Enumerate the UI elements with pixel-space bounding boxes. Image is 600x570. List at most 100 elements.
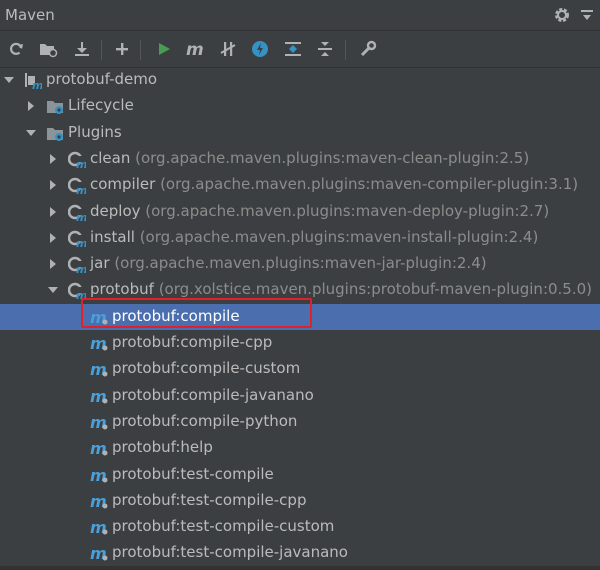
- skip-tests-button[interactable]: [248, 37, 272, 61]
- maven-goal-icon: m: [90, 439, 108, 457]
- generate-sources-icon: [40, 44, 58, 58]
- tree-node-goal[interactable]: m protobuf:compile-python: [0, 409, 600, 435]
- refresh-icon: [10, 42, 23, 55]
- plugin-coordinates: (org.apache.maven.plugins:maven-clean-pl…: [135, 148, 530, 167]
- tree-node-goal[interactable]: m protobuf:compile-javanano: [0, 383, 600, 409]
- plugin-label: protobuf (org.xolstice.maven.plugins:pro…: [90, 280, 592, 298]
- download-button[interactable]: [70, 37, 94, 61]
- tool-window-header: Maven: [0, 0, 600, 31]
- collapse-all-button[interactable]: [313, 37, 337, 61]
- plugin-coordinates: (org.apache.maven.plugins:maven-compiler…: [160, 175, 579, 194]
- tree-node-lifecycle[interactable]: Lifecycle: [0, 93, 600, 119]
- show-dependencies-icon: [285, 42, 301, 56]
- tree-node-goal[interactable]: m protobuf:test-compile-cpp: [0, 488, 600, 514]
- node-label: clean: [90, 148, 131, 167]
- maven-settings-button[interactable]: [356, 37, 380, 61]
- maven-plugin-icon: m: [68, 256, 86, 273]
- run-icon: [159, 43, 170, 55]
- node-label: compiler: [90, 175, 156, 194]
- goal-label: protobuf:compile-javanano: [112, 386, 314, 404]
- node-label: install: [90, 227, 135, 246]
- tree-node-goal[interactable]: m protobuf:test-compile: [0, 462, 600, 488]
- goal-label: protobuf:compile-python: [112, 412, 297, 430]
- collapsed-arrow-icon[interactable]: [48, 153, 58, 164]
- reimport-button[interactable]: [4, 37, 28, 61]
- svg-text:m: m: [76, 263, 86, 273]
- tree-node-goal[interactable]: m protobuf:compile-cpp: [0, 330, 600, 356]
- show-dependencies-button[interactable]: [281, 37, 305, 61]
- node-label: protobuf:test-compile-custom: [112, 517, 335, 536]
- node-label: protobuf:compile-cpp: [112, 333, 273, 351]
- goal-label: protobuf:compile-custom: [112, 359, 300, 377]
- plugins-label: Plugins: [68, 123, 122, 141]
- maven-goal-icon: m: [90, 360, 108, 378]
- maven-goal-icon: m: [90, 413, 108, 431]
- tree-node-goal[interactable]: m protobuf:help: [0, 435, 600, 461]
- node-label: protobuf:compile-python: [112, 411, 298, 430]
- node-label: Plugins: [68, 122, 122, 141]
- tool-window-title: Maven: [5, 6, 55, 24]
- maven-goal-icon: m: [90, 466, 108, 484]
- add-project-button[interactable]: [110, 37, 134, 61]
- maven-goal-icon: m: [90, 544, 108, 562]
- node-label: protobuf:compile-custom: [112, 359, 301, 378]
- goal-label: protobuf:test-compile-cpp: [112, 491, 306, 509]
- node-label: protobuf:help: [112, 438, 213, 457]
- collapsed-arrow-icon[interactable]: [48, 232, 58, 243]
- node-label: protobuf: [90, 280, 154, 299]
- expanded-arrow-icon[interactable]: [4, 75, 14, 85]
- svg-text:m: m: [76, 184, 86, 194]
- collapse-all-icon: [318, 42, 332, 56]
- tree-node-goal[interactable]: m protobuf:test-compile-javanano: [0, 540, 600, 566]
- node-label: protobuf:compile-javanano: [112, 385, 314, 404]
- generate-sources-button[interactable]: [36, 37, 60, 61]
- tree-node-plugin-install[interactable]: m install (org.apache.maven.plugins:maven…: [0, 225, 600, 251]
- maven-plugin-icon: m: [68, 151, 86, 168]
- collapsed-arrow-icon[interactable]: [48, 180, 58, 191]
- plugin-coordinates: (org.xolstice.maven.plugins:protobuf-mav…: [158, 280, 593, 299]
- tree-node-plugin-clean[interactable]: mclean (org.apache.maven.plugins:maven-c…: [0, 146, 600, 172]
- maven-m-icon: m: [186, 40, 204, 58]
- collapsed-arrow-icon[interactable]: [48, 206, 58, 217]
- expanded-arrow-icon[interactable]: [26, 128, 36, 138]
- goal-label: protobuf:compile-cpp: [112, 333, 272, 351]
- plugin-label: deploy (org.apache.maven.plugins:maven-d…: [90, 202, 549, 220]
- goal-label: protobuf:test-compile: [112, 465, 274, 483]
- node-label: protobuf-demo: [46, 70, 158, 88]
- node-label: Lifecycle: [68, 96, 134, 115]
- gear-icon[interactable]: [553, 6, 571, 24]
- maven-goal-icon: m: [90, 387, 108, 405]
- plugin-coordinates: (org.apache.maven.plugins:maven-jar-plug…: [114, 254, 487, 273]
- node-label: deploy: [90, 201, 141, 220]
- tree-node-plugin-compiler[interactable]: m compiler (org.apache.maven.plugins:mave…: [0, 172, 600, 198]
- collapsed-arrow-icon[interactable]: [26, 101, 36, 112]
- maven-folder-icon: [47, 101, 63, 115]
- tree-node-project[interactable]: m protobuf-demo: [0, 67, 600, 93]
- maven-plugin-icon: m: [68, 230, 86, 247]
- svg-text:m: m: [32, 79, 42, 89]
- toolbar-separator: [140, 40, 141, 60]
- tree-node-plugin-deploy[interactable]: mdeploy (org.apache.maven.plugins:maven-…: [0, 199, 600, 225]
- tree-node-goal[interactable]: m protobuf:test-compile-custom: [0, 514, 600, 540]
- tree-node-goal[interactable]: m protobuf:compile-custom: [0, 356, 600, 382]
- toggle-offline-button[interactable]: [216, 37, 240, 61]
- toolbar-separator: [101, 40, 102, 60]
- run-button[interactable]: [152, 37, 176, 61]
- maven-goal-icon: m: [90, 334, 108, 352]
- project-label: protobuf-demo: [46, 70, 157, 88]
- maven-goal-icon: m: [90, 518, 108, 536]
- tree-node-plugin-jar[interactable]: mjar (org.apache.maven.plugins:maven-jar…: [0, 251, 600, 277]
- hide-panel-icon[interactable]: [579, 7, 595, 23]
- maven-goal-icon: m: [90, 492, 108, 510]
- download-icon: [75, 42, 89, 56]
- collapsed-arrow-icon[interactable]: [48, 259, 58, 270]
- plugin-label: jar (org.apache.maven.plugins:maven-jar-…: [90, 254, 487, 272]
- expanded-arrow-icon[interactable]: [48, 285, 58, 295]
- panel-bottom-border: [0, 566, 600, 570]
- maven-project-icon: m: [25, 73, 42, 89]
- tree-node-plugins[interactable]: Plugins: [0, 120, 600, 146]
- annotation-highlight-box: [81, 298, 312, 328]
- execute-maven-goal-button[interactable]: m: [184, 37, 208, 61]
- node-label: jar: [90, 254, 110, 273]
- plugin-coordinates: (org.apache.maven.plugins:maven-install-…: [139, 227, 539, 246]
